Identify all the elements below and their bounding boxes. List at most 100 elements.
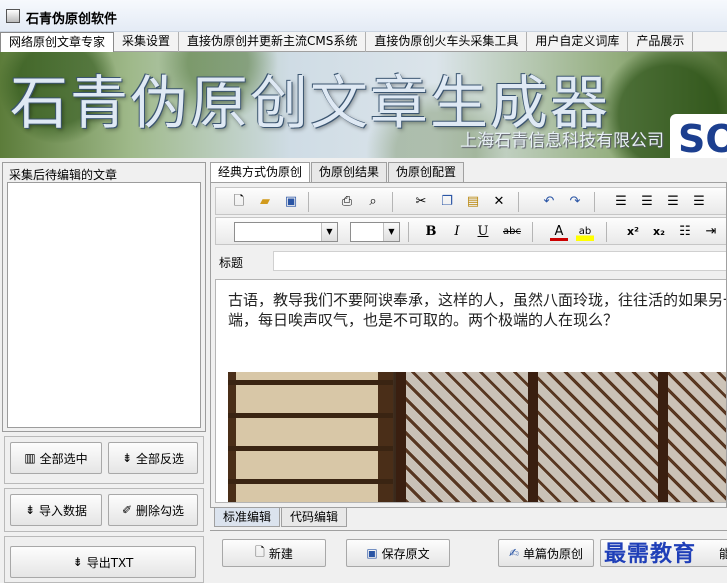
undo-icon[interactable]: ↶ — [540, 193, 558, 211]
superscript-icon[interactable]: x² — [624, 223, 642, 241]
rewrite-tab-bar: 经典方式伪原创 伪原创结果 伪原创配置 — [210, 162, 465, 182]
tab-code-edit[interactable]: 代码编辑 — [281, 508, 348, 527]
chevron-down-icon: ▼ — [383, 223, 399, 241]
article-list-panel: 采集后待编辑的文章 — [2, 162, 206, 432]
toolbar-separator — [308, 192, 309, 212]
new-button[interactable]: 🗋 新建 — [222, 539, 326, 567]
tab-rewrite-config[interactable]: 伪原创配置 — [388, 162, 465, 182]
editor-toolbar-row-2: ▼ ▼ B I U abc A ab x² x₂ ☷ ⇥ — [215, 217, 726, 245]
image-lattice-window — [398, 372, 726, 502]
save-icon: ▣ — [366, 546, 378, 560]
print-icon[interactable]: ⎙ — [338, 193, 356, 211]
toolbar-separator — [518, 192, 519, 212]
editor-toolbar-row-1: 🗋 ▰ ▣ ⎙ ⌕ ✂ ❐ ▤ ✕ ↶ ↷ ☰ ☰ ☰ ☰ — [215, 187, 726, 215]
image-frame-post — [396, 372, 406, 502]
edit-mode-tab-bar: 标准编辑 代码编辑 — [214, 508, 348, 527]
italic-icon[interactable]: I — [448, 223, 466, 241]
article-image — [228, 372, 726, 502]
toolbar-separator — [606, 222, 607, 242]
align-left-icon[interactable]: ☰ — [612, 193, 630, 211]
invert-select-label: 全部反选 — [136, 451, 185, 466]
title-label: 标题 — [219, 256, 244, 270]
delete-checked-label: 删除勾选 — [136, 503, 185, 518]
new-button-label: 新建 — [268, 546, 293, 561]
tab-classic-rewrite[interactable]: 经典方式伪原创 — [210, 162, 311, 182]
tab-standard-edit[interactable]: 标准编辑 — [214, 508, 281, 527]
tab-collect-settings[interactable]: 采集设置 — [114, 32, 180, 52]
article-list[interactable] — [7, 182, 201, 428]
article-body-editor[interactable]: 古语，教导我们不要阿谀奉承，这样的人，虽然八面玲珑，往往活的如果另一个极端，每日… — [215, 279, 727, 503]
cut-icon[interactable]: ✂ — [412, 193, 430, 211]
partial-button-label: 能 — [718, 546, 727, 561]
toolbar-separator — [594, 192, 595, 212]
tab-rewrite-result[interactable]: 伪原创结果 — [311, 162, 388, 182]
tab-products[interactable]: 产品展示 — [628, 32, 694, 52]
font-color-icon[interactable]: A — [550, 223, 568, 241]
image-frame-post — [658, 372, 668, 502]
align-right-icon[interactable]: ☰ — [664, 193, 682, 211]
subscript-icon[interactable]: x₂ — [650, 223, 668, 241]
import-icon: ⇟ — [24, 503, 36, 517]
main-tab-bar: 网络原创文章专家 采集设置 直接伪原创并更新主流CMS系统 直接伪原创火车头采集… — [0, 32, 727, 52]
bold-icon[interactable]: B — [422, 223, 440, 241]
import-data-label: 导入数据 — [39, 503, 88, 518]
save-original-button[interactable]: ▣ 保存原文 — [346, 539, 450, 567]
article-list-caption: 采集后待编辑的文章 — [9, 168, 118, 182]
copy-icon[interactable]: ❐ — [438, 193, 456, 211]
invert-select-button[interactable]: ⇟ 全部反选 — [108, 442, 198, 474]
rewrite-icon: ✍ — [508, 546, 520, 560]
delete-icon[interactable]: ✕ — [490, 193, 508, 211]
save-icon[interactable]: ▣ — [282, 193, 300, 211]
delete-checked-button[interactable]: ✐ 删除勾选 — [108, 494, 198, 526]
save-original-label: 保存原文 — [381, 546, 430, 561]
export-txt-button[interactable]: ⇟ 导出TXT — [10, 546, 196, 578]
tab-article-expert[interactable]: 网络原创文章专家 — [0, 32, 115, 52]
export-txt-label: 导出TXT — [86, 555, 134, 570]
toolbar-separator — [408, 222, 409, 242]
tab-cms-update[interactable]: 直接伪原创并更新主流CMS系统 — [179, 32, 367, 52]
banner-logo: SO — [670, 114, 727, 158]
single-rewrite-button[interactable]: ✍ 单篇伪原创 — [498, 539, 594, 567]
invert-select-icon: ⇟ — [121, 451, 133, 465]
single-rewrite-label: 单篇伪原创 — [523, 546, 584, 561]
underline-icon[interactable]: U — [474, 223, 492, 241]
import-data-button[interactable]: ⇟ 导入数据 — [10, 494, 102, 526]
title-input[interactable] — [273, 251, 726, 271]
open-folder-icon[interactable]: ▰ — [256, 193, 274, 211]
align-justify-icon[interactable]: ☰ — [690, 193, 708, 211]
export-icon: ⇟ — [72, 555, 83, 569]
tab-locomotive-tool[interactable]: 直接伪原创火车头采集工具 — [366, 32, 528, 52]
image-bookshelf — [228, 372, 393, 502]
banner-logo-text: SO — [678, 117, 727, 158]
new-doc-icon: 🗋 — [255, 544, 265, 559]
font-size-select[interactable]: ▼ — [350, 222, 400, 242]
banner-company: 上海石青信息科技有限公司 — [460, 131, 664, 151]
window-title: 石青伪原创软件 — [26, 12, 118, 27]
print-preview-icon[interactable]: ⌕ — [364, 193, 382, 211]
font-name-select[interactable]: ▼ — [234, 222, 338, 242]
eraser-icon: ✐ — [121, 503, 133, 517]
app-icon — [6, 9, 20, 23]
indent-icon[interactable]: ⇥ — [702, 223, 720, 241]
align-center-icon[interactable]: ☰ — [638, 193, 656, 211]
image-frame-post — [528, 372, 538, 502]
numbered-list-icon[interactable]: ☷ — [676, 223, 694, 241]
title-bar: 石青伪原创软件 — [0, 0, 727, 32]
toolbar-separator — [532, 222, 533, 242]
chevron-down-icon: ▼ — [321, 223, 337, 241]
select-all-button[interactable]: ▥ 全部选中 — [10, 442, 102, 474]
select-all-icon: ▥ — [24, 451, 36, 465]
redo-icon[interactable]: ↷ — [566, 193, 584, 211]
paste-icon[interactable]: ▤ — [464, 193, 482, 211]
watermark: 最需教育 — [604, 542, 697, 567]
select-all-label: 全部选中 — [39, 451, 88, 466]
article-body-text: 古语，教导我们不要阿谀奉承，这样的人，虽然八面玲珑，往往活的如果另一个极端，每日… — [228, 291, 727, 329]
tab-custom-dictionary[interactable]: 用户自定义词库 — [527, 32, 629, 52]
title-row: 标题 — [211, 249, 726, 273]
editor-panel: 🗋 ▰ ▣ ⎙ ⌕ ✂ ❐ ▤ ✕ ↶ ↷ ☰ ☰ ☰ ☰ ▼ ▼ B I U … — [210, 182, 727, 508]
new-doc-icon[interactable]: 🗋 — [230, 193, 248, 211]
toolbar-separator — [392, 192, 393, 212]
banner: 石青伪原创文章生成器 上海石青信息科技有限公司 SO — [0, 52, 727, 158]
strikethrough-icon[interactable]: abc — [500, 223, 524, 241]
highlight-icon[interactable]: ab — [576, 223, 594, 241]
